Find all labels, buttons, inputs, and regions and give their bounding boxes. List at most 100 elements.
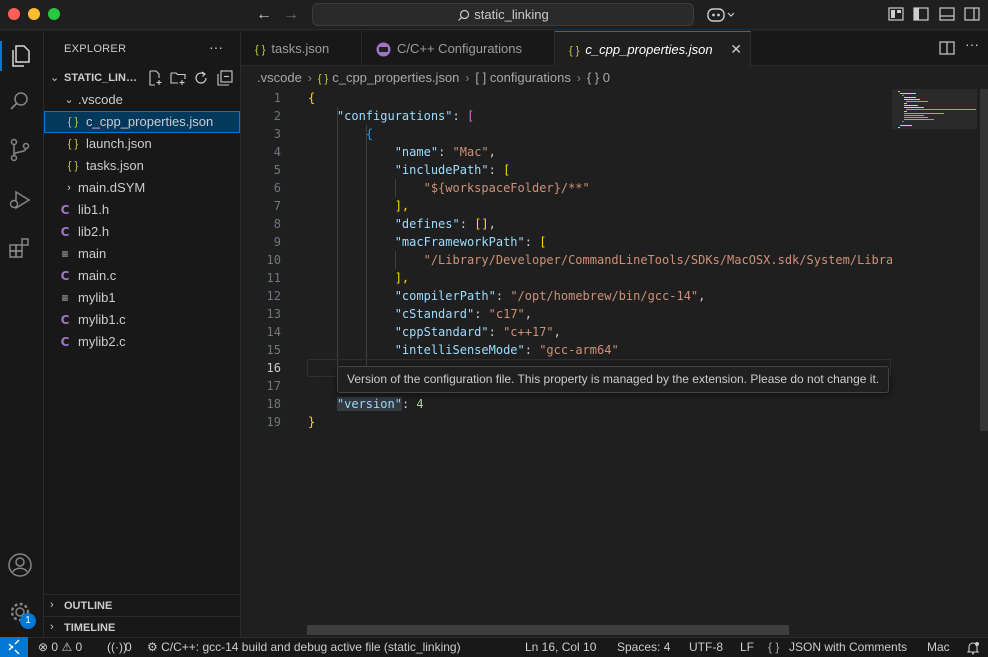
end-of-line[interactable]: LF (740, 638, 754, 657)
refresh-icon[interactable] (193, 70, 209, 86)
error-icon: ⊗ (38, 640, 49, 654)
code-line: 18 "version": 4 (266, 397, 424, 411)
chevron-right-icon: › (465, 71, 470, 85)
tree-item-label: mylib1.c (78, 312, 126, 327)
tree-file-lib1-h[interactable]: C lib1.h (44, 199, 240, 221)
indentation[interactable]: Spaces: 4 (617, 638, 670, 657)
collapse-all-icon[interactable] (217, 70, 233, 86)
chevron-right-icon: › (67, 182, 71, 194)
minimize-window-button[interactable] (28, 8, 40, 20)
code-line: 19} (266, 415, 316, 429)
minimap-preview (898, 91, 976, 128)
problems-indicator[interactable]: ⊗ 0 ⚠ 0 (38, 638, 82, 657)
copilot-icon[interactable] (706, 6, 736, 24)
c-file-icon: C (60, 225, 70, 239)
ports-indicator[interactable]: ((·)) (107, 638, 127, 657)
command-center-search[interactable]: static_linking (312, 3, 694, 26)
c-file-icon: C (60, 335, 70, 349)
forward-arrow-icon[interactable]: → (281, 5, 301, 25)
search-icon (458, 9, 470, 21)
more-actions-icon[interactable]: ··· (209, 39, 223, 55)
accounts-icon[interactable] (7, 552, 33, 578)
workspace-section-header[interactable]: ⌄ STATIC_LINKING (44, 67, 241, 89)
chevron-right-icon: › (576, 71, 581, 85)
run-and-debug-icon[interactable] (7, 187, 33, 213)
code-line: 2 "configurations": [ (273, 109, 475, 123)
horizontal-scrollbar-thumb[interactable] (307, 625, 789, 635)
split-editor-icon[interactable] (939, 40, 955, 56)
search-text: static_linking (474, 7, 549, 22)
tree-file-mylib1[interactable]: ≡ mylib1 (44, 287, 240, 309)
explorer-files-icon[interactable] (7, 43, 33, 69)
tree-file-main-c[interactable]: C main.c (44, 265, 240, 287)
code-line: 9 "macFrameworkPath": [ (273, 235, 547, 249)
close-icon[interactable]: ✕ (730, 32, 742, 67)
tree-folder-vscode[interactable]: ⌄ .vscode (44, 89, 240, 111)
source-control-icon[interactable] (7, 137, 33, 163)
tree-item-label: c_cpp_properties.json (86, 114, 214, 129)
code-line: 12 "compilerPath": "/opt/homebrew/bin/gc… (266, 289, 706, 303)
json-file-icon: { } (255, 44, 266, 56)
tree-file-lib2-h[interactable]: C lib2.h (44, 221, 240, 243)
breadcrumb-array[interactable]: configurations (490, 70, 571, 85)
code-editor[interactable]: 1{ 2 "configurations": [ 3 { 4 "name": "… (241, 89, 988, 637)
remote-indicator[interactable] (0, 637, 28, 657)
tab-tasks-json[interactable]: { } tasks.json (241, 31, 362, 66)
json-file-icon: { } (569, 45, 580, 57)
tab-c-cpp-properties-json[interactable]: { } c_cpp_properties.json ✕ (555, 31, 751, 67)
notifications-bell-icon[interactable] (966, 641, 980, 655)
chevron-right-icon: › (307, 71, 312, 85)
toggle-primary-sidebar-icon[interactable] (913, 7, 929, 21)
language-mode[interactable]: JSON with Comments (789, 638, 907, 657)
more-actions-icon[interactable]: ··· (965, 36, 979, 52)
tree-folder-main-dsym[interactable]: › main.dSYM (44, 177, 240, 199)
tree-file-mylib1-c[interactable]: C mylib1.c (44, 309, 240, 331)
toggle-secondary-sidebar-icon[interactable] (964, 7, 980, 21)
ports-count[interactable]: 0 (125, 638, 132, 657)
zoom-window-button[interactable] (48, 8, 60, 20)
build-task-indicator[interactable]: ⚙ C/C++: gcc-14 build and debug active f… (147, 638, 461, 657)
cursor-position[interactable]: Ln 16, Col 10 (525, 638, 596, 657)
breadcrumb-folder[interactable]: .vscode (257, 70, 302, 85)
vertical-scrollbar[interactable] (977, 89, 988, 637)
new-folder-icon[interactable] (170, 70, 186, 86)
c-file-icon: C (60, 269, 70, 283)
new-file-icon[interactable] (147, 70, 163, 86)
tree-item-label: mylib1 (78, 290, 116, 305)
tree-item-label: mylib2.c (78, 334, 126, 349)
breadcrumb-object[interactable]: 0 (603, 70, 610, 85)
extensions-icon[interactable] (7, 235, 33, 261)
tree-file-launch[interactable]: { } launch.json (44, 133, 240, 155)
customize-layout-icon[interactable] (888, 7, 904, 21)
minimap[interactable] (892, 89, 977, 637)
search-icon[interactable] (7, 89, 33, 115)
tab-cpp-configurations[interactable]: C/C++ Configurations (362, 31, 555, 66)
code-line: 15 "intelliSenseMode": "gcc-arm64" (266, 343, 619, 357)
toggle-panel-icon[interactable] (939, 7, 955, 21)
tree-file-main[interactable]: ≡ main (44, 243, 240, 265)
outline-section-header[interactable]: › OUTLINE (44, 594, 241, 616)
editor-tab-bar: { } tasks.json C/C++ Configurations { } c_… (241, 31, 988, 67)
encoding[interactable]: UTF-8 (689, 638, 723, 657)
code-line: 3 { (273, 127, 374, 141)
workspace-name: STATIC_LINKING (64, 72, 142, 84)
tree-file-mylib2-c[interactable]: C mylib2.c (44, 331, 240, 353)
array-icon: [ ] (475, 70, 487, 85)
vertical-scrollbar-thumb[interactable] (980, 89, 988, 431)
active-indicator (0, 41, 2, 71)
close-window-button[interactable] (8, 8, 20, 20)
json-file-icon: { } (317, 73, 329, 85)
chevron-right-icon: › (50, 599, 54, 611)
code-line: 11 ], (266, 271, 410, 285)
back-arrow-icon[interactable]: ← (254, 5, 274, 25)
breadcrumb-file[interactable]: c_cpp_properties.json (332, 70, 459, 85)
tree-file-c-cpp-properties[interactable]: { } c_cpp_properties.json (44, 111, 240, 133)
status-bar: ⊗ 0 ⚠ 0 ((·)) 0 ⚙ C/C++: gcc-14 build an… (0, 637, 988, 657)
gear-icon: ⚙ (147, 640, 158, 654)
cpp-configuration[interactable]: Mac (927, 638, 950, 657)
tree-item-label: main.dSYM (78, 180, 146, 195)
explorer-sidebar: EXPLORER ··· ⌄ STATIC_LINKING ⌄ .vscode … (44, 31, 241, 637)
tree-file-tasks[interactable]: { } tasks.json (44, 155, 240, 177)
timeline-section-header[interactable]: › TIMELINE (44, 616, 241, 638)
tree-item-label: main.c (78, 268, 117, 283)
